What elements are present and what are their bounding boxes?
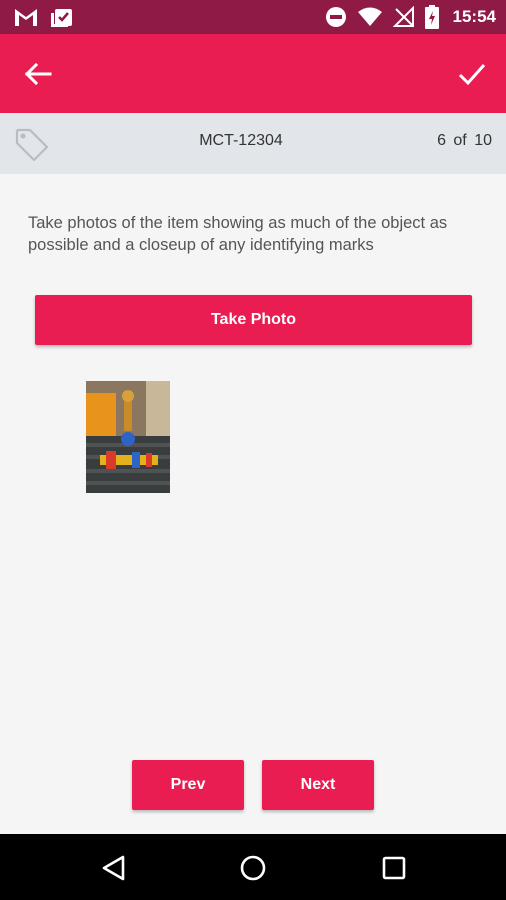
gmail-icon: [15, 9, 37, 26]
wifi-icon: [357, 7, 382, 26]
check-icon[interactable]: [456, 58, 488, 90]
system-nav-bar: [0, 834, 506, 900]
battery-charging-icon: [424, 5, 439, 29]
do-not-disturb-icon: [325, 7, 346, 27]
photo-thumbnail[interactable]: [86, 381, 170, 493]
item-code: MCT-12304: [199, 132, 283, 149]
clipboard-check-icon: [51, 9, 72, 27]
status-bar: 15:54: [0, 0, 506, 34]
home-circle-icon[interactable]: [238, 853, 268, 883]
app-bar: [0, 34, 506, 113]
arrow-back-icon[interactable]: [22, 58, 54, 90]
item-progress: 6 of 10: [437, 132, 492, 149]
take-photo-button[interactable]: Take Photo: [35, 295, 472, 345]
next-button[interactable]: Next: [262, 760, 374, 810]
status-time: 15:54: [452, 7, 496, 26]
status-left: [14, 6, 74, 28]
status-right: 15:54: [325, 5, 496, 29]
item-info-bar: MCT-12304 6 of 10: [0, 113, 506, 174]
back-triangle-icon[interactable]: [99, 853, 129, 883]
photo-thumbnail-image: [86, 381, 170, 493]
no-signal-icon: [392, 6, 414, 27]
instructions-text: Take photos of the item showing as much …: [28, 214, 448, 254]
recents-square-icon[interactable]: [379, 853, 409, 883]
prev-button[interactable]: Prev: [132, 760, 244, 810]
